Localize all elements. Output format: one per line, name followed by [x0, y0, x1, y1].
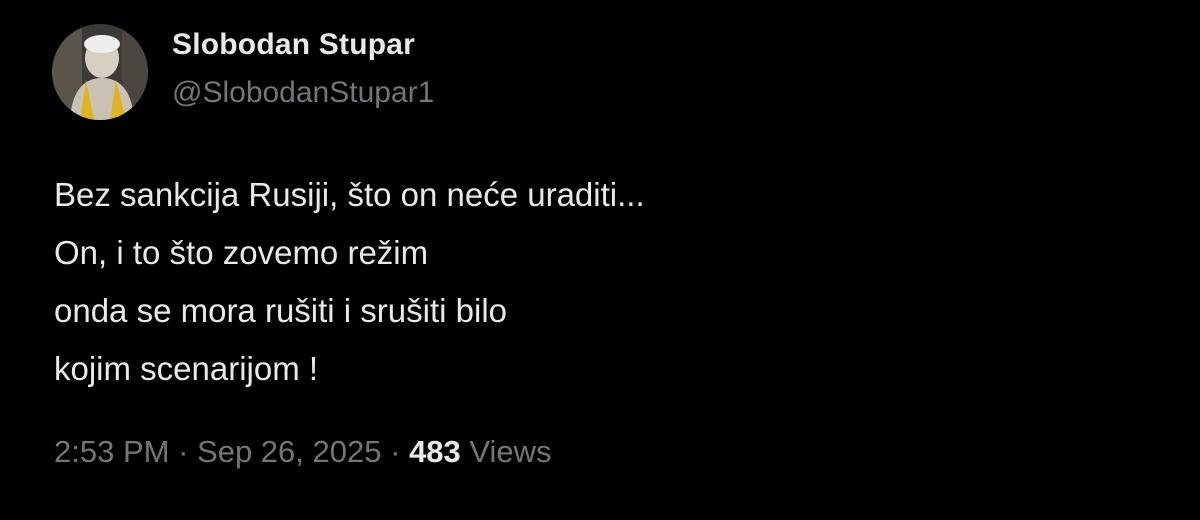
tweet-date[interactable]: Sep 26, 2025	[197, 434, 381, 469]
tweet-text-line: On, i to što zovemo režim	[54, 234, 429, 271]
tweet-time[interactable]: 2:53 PM	[54, 434, 169, 469]
tweet-text-line: kojim scenarijom !	[54, 350, 319, 387]
meta-separator: ·	[390, 434, 401, 469]
tweet-text-line: onda se mora rušiti i srušiti bilo	[54, 292, 508, 329]
views-label[interactable]: Views	[469, 434, 551, 469]
author-display-name[interactable]: Slobodan Stupar	[172, 28, 415, 62]
tweet-text: Bez sankcija Rusiji, što on neće uraditi…	[54, 166, 1154, 398]
avatar-portrait-image	[52, 24, 148, 120]
avatar[interactable]	[52, 24, 148, 120]
views-count[interactable]: 483	[409, 434, 461, 469]
tweet-text-line: Bez sankcija Rusiji, što on neće uraditi…	[54, 176, 645, 213]
meta-separator: ·	[178, 434, 189, 469]
tweet-meta: 2:53 PM · Sep 26, 2025 · 483 Views	[54, 434, 552, 470]
author-handle[interactable]: @SlobodanStupar1	[172, 76, 434, 110]
tweet-card: Slobodan Stupar @SlobodanStupar1 Bez san…	[0, 0, 1200, 520]
